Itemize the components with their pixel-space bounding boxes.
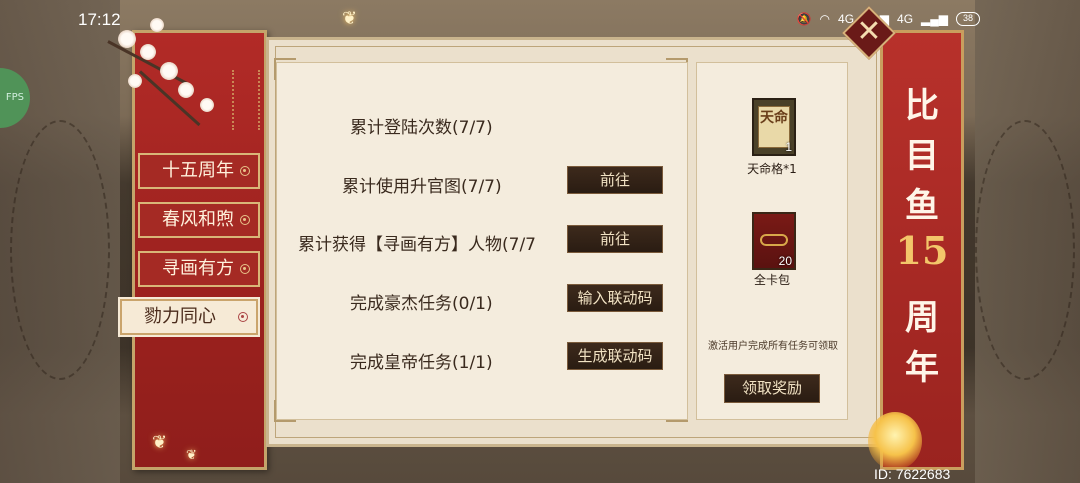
- card-pack-icon[interactable]: 20: [752, 212, 796, 270]
- tab-united-effort[interactable]: 勠力同心: [120, 299, 258, 335]
- goto-button-characters[interactable]: 前往: [567, 225, 663, 253]
- item-count: 1: [785, 140, 792, 154]
- claim-reward-button[interactable]: 领取奖励: [724, 374, 820, 403]
- title-number: 15: [895, 228, 949, 273]
- plum-blossom: [140, 44, 156, 60]
- title-char: 年: [905, 348, 939, 388]
- clock: 17:12: [78, 10, 121, 29]
- tab-spring-breeze[interactable]: 春风和煦: [138, 202, 260, 238]
- plum-blossom: [150, 18, 164, 32]
- task-emperor-mission: 完成皇帝任务(1/1): [350, 353, 493, 373]
- signal-icon-2: ▂▄▆: [921, 12, 948, 26]
- title-char: 目: [905, 136, 939, 176]
- goto-button-promotion[interactable]: 前往: [567, 166, 663, 194]
- mute-icon: 🔕: [796, 12, 812, 26]
- tab-indicator-icon: [240, 166, 250, 176]
- enter-link-code-button[interactable]: 输入联动码: [567, 284, 663, 312]
- plum-blossom: [200, 98, 214, 112]
- plum-blossom: [178, 82, 194, 98]
- close-icon[interactable]: ✕: [850, 13, 888, 51]
- butterfly-icon: ❦: [186, 448, 197, 463]
- fps-label: FPS: [5, 92, 24, 103]
- item-count: 20: [778, 254, 792, 268]
- title-char: 比: [905, 86, 939, 126]
- tab-indicator-icon: [240, 264, 250, 274]
- task-hero-mission: 完成豪杰任务(0/1): [350, 294, 493, 314]
- plum-blossom: [160, 62, 178, 80]
- generate-link-code-button[interactable]: 生成联动码: [567, 342, 663, 370]
- tab-indicator-icon: [240, 215, 250, 225]
- tab-label: 寻画有方: [162, 258, 234, 279]
- butterfly-icon: ❦: [342, 8, 358, 29]
- tab-indicator-icon: [238, 312, 248, 322]
- banner-pattern: [232, 70, 260, 130]
- task-login-count: 累计登陆次数(7/7): [350, 118, 493, 138]
- lantern-icon: [868, 412, 922, 470]
- dragon-carving-left: [10, 120, 110, 380]
- status-icons: 🔕 ◠ 4G ▂▄▆ 4G ▂▄▆ 38: [797, 12, 980, 26]
- player-id: ID: 7622683: [874, 466, 951, 482]
- wifi-icon: ◠: [819, 12, 831, 26]
- task-collect-characters: 累计获得【寻画有方】人物(7/7: [298, 235, 536, 255]
- task-promotion-map: 累计使用升官图(7/7): [342, 177, 502, 197]
- title-char: 鱼: [905, 186, 939, 226]
- left-tab-banner: [132, 30, 267, 470]
- reward-name-card-pack: 全卡包: [753, 273, 790, 287]
- dragon-carving-right: [975, 120, 1075, 380]
- title-char: 周: [905, 298, 939, 338]
- tab-fifteenth-anniversary[interactable]: 十五周年: [138, 153, 260, 189]
- tab-label: 勠力同心: [144, 306, 216, 327]
- fate-card-icon[interactable]: 天命 1: [752, 98, 796, 156]
- signal-label-2: 4G: [897, 12, 914, 26]
- plum-blossom: [128, 74, 142, 88]
- reward-name-fate-card: 天命格*1: [747, 162, 797, 176]
- tab-painting-search[interactable]: 寻画有方: [138, 251, 260, 287]
- tab-label: 春风和煦: [162, 209, 234, 230]
- card-pack-ribbon: [760, 234, 788, 246]
- tab-label: 十五周年: [162, 160, 234, 181]
- reward-hint: 激活用户完成所有任务可领取: [708, 341, 838, 352]
- butterfly-icon: ❦: [152, 432, 168, 453]
- battery-icon: 38: [956, 12, 980, 26]
- plum-blossom: [118, 30, 136, 48]
